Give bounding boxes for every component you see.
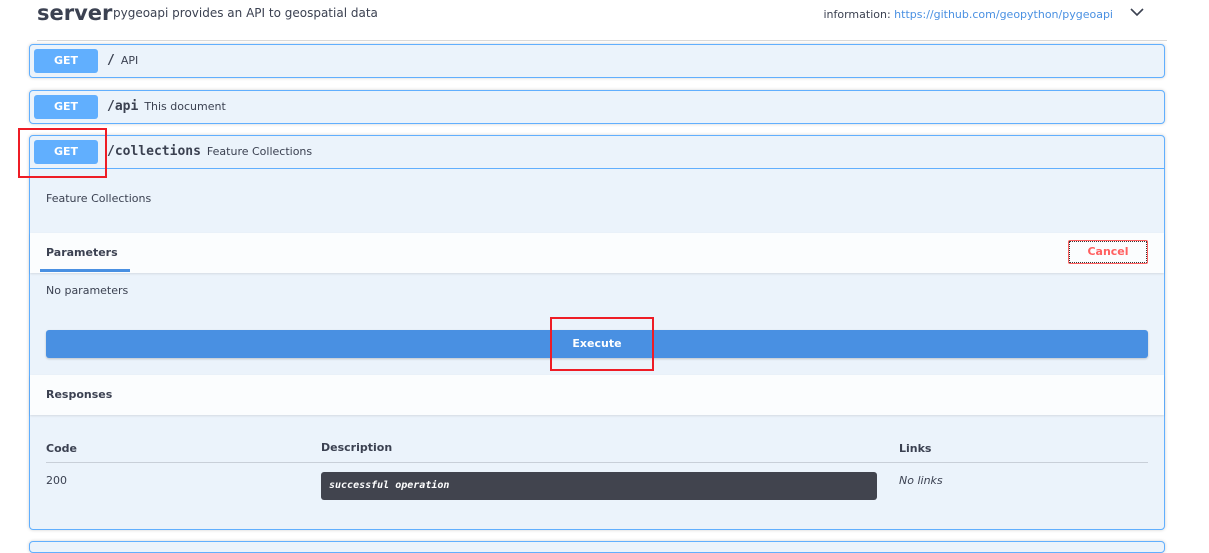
parameters-header: Parameters Cancel (30, 233, 1164, 273)
tag-description: pygeoapi provides an API to geospatial d… (113, 6, 378, 20)
operation-summary[interactable]: GET / API (30, 45, 1164, 77)
highlight-get-collections (18, 128, 107, 178)
tag-header[interactable]: server pygeoapi provides an API to geosp… (37, 0, 1167, 41)
highlight-execute (550, 317, 654, 371)
col-description: Description (321, 441, 393, 454)
tab-parameters[interactable]: Parameters (46, 246, 118, 259)
info-link[interactable]: https://github.com/geopython/pygeoapi (894, 8, 1113, 21)
path-text: /collections (107, 144, 201, 159)
operation-get-api: GET /api This document (29, 90, 1165, 124)
operation-summary[interactable]: GET /collections Feature Collections (30, 136, 1164, 169)
tag-info: information: https://github.com/geopytho… (823, 8, 1113, 21)
operation-get-root: GET / API (29, 44, 1165, 78)
operation-summary-text: API (120, 54, 139, 67)
no-parameters-text: No parameters (46, 284, 129, 297)
response-description: successful operation (321, 472, 877, 500)
path-text: /api (107, 99, 139, 114)
responses-title: Responses (46, 388, 113, 401)
operation-summary-text: This document (144, 100, 226, 113)
path-text: / (107, 53, 115, 68)
response-code: 200 (46, 474, 67, 487)
operation-path: /api This document (107, 97, 226, 117)
operation-next[interactable] (29, 541, 1165, 553)
tag-title: server (37, 1, 113, 25)
chevron-down-icon[interactable] (1129, 4, 1145, 20)
operation-path: / API (107, 51, 138, 71)
tab-underline (40, 269, 130, 272)
operation-path: /collections Feature Collections (107, 142, 312, 162)
col-code: Code (46, 442, 77, 455)
method-badge: GET (34, 95, 98, 119)
cancel-button[interactable]: Cancel (1068, 240, 1148, 264)
method-badge: GET (34, 49, 98, 73)
operation-summary[interactable]: GET /api This document (30, 91, 1164, 123)
operation-summary-text: Feature Collections (206, 145, 313, 158)
responses-header: Responses (30, 375, 1164, 415)
info-label: information: (823, 8, 891, 21)
table-divider (46, 462, 1148, 463)
response-links: No links (899, 474, 943, 487)
col-links: Links (899, 442, 932, 455)
operation-description: Feature Collections (46, 192, 152, 205)
